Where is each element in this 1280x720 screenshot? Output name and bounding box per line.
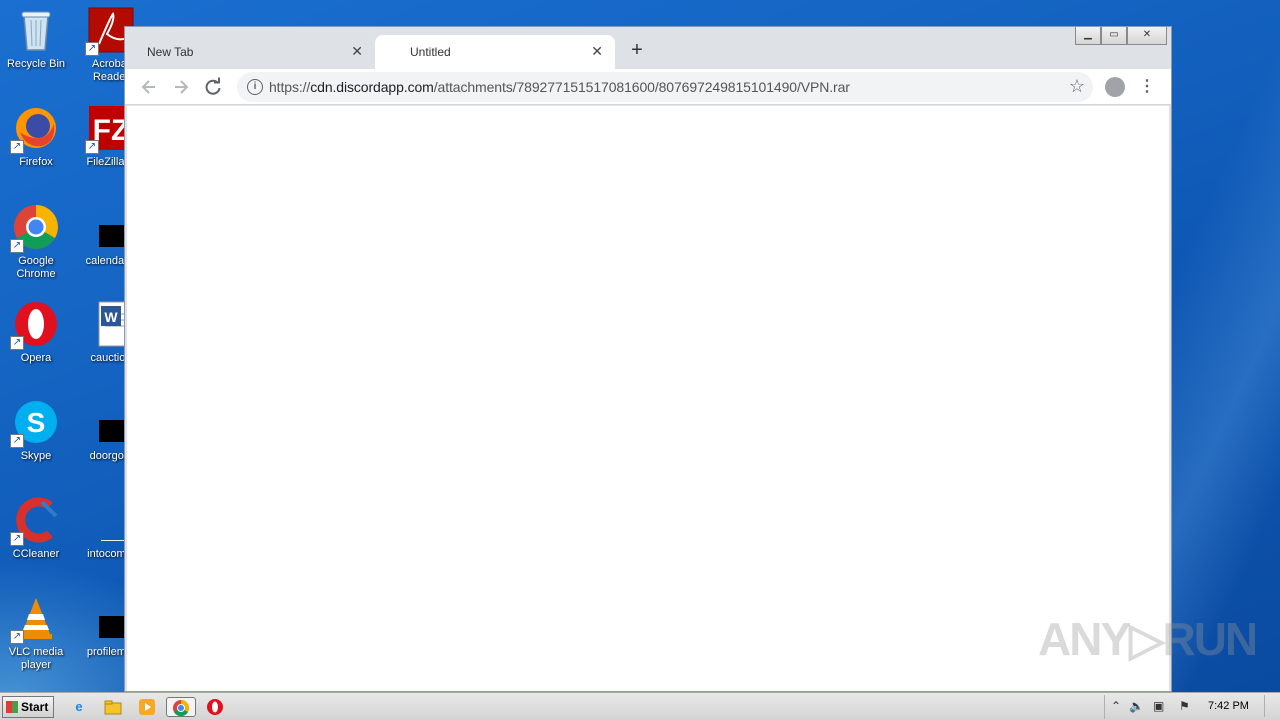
tab-close-icon[interactable]: ✕ (591, 43, 603, 60)
desktop-icon-label: Google Chrome (16, 255, 56, 280)
windows-flag-icon (6, 701, 18, 713)
desktop-icon-firefox[interactable]: ↗ Firefox (1, 104, 71, 169)
new-tab-button[interactable]: + (625, 39, 649, 63)
shortcut-arrow-icon: ↗ (10, 434, 24, 448)
back-arrow-icon (141, 80, 155, 94)
chrome-taskbar-button[interactable] (166, 697, 196, 717)
shortcut-arrow-icon: ↗ (10, 336, 24, 350)
recycle-bin-icon (12, 6, 60, 54)
clock[interactable]: 7:42 PM (1208, 700, 1249, 712)
opera-icon[interactable] (204, 697, 226, 717)
url-path: /attachments/789277151517081600/80769724… (433, 79, 850, 95)
maximize-button[interactable]: ▭ (1101, 27, 1127, 45)
chrome-icon: ↗ (10, 203, 60, 253)
action-center-flag-icon[interactable]: ⚑ (1179, 699, 1190, 713)
shortcut-arrow-icon: ↗ (10, 239, 24, 253)
show-desktop-button[interactable] (1264, 695, 1278, 717)
desktop-icon-recycle-bin[interactable]: Recycle Bin (1, 6, 71, 71)
shortcut-arrow-icon: ↗ (10, 630, 24, 644)
tab-untitled[interactable]: Untitled ✕ (375, 35, 615, 69)
forward-button[interactable] (169, 75, 193, 99)
tab-strip: New Tab ✕ Untitled ✕ + ▁ ▭ ✕ (125, 27, 1171, 69)
chrome-icon (173, 699, 190, 717)
desktop-icon-skype[interactable]: S ↗ Skype (1, 398, 71, 463)
desktop-icon-opera[interactable]: ↗ Opera (1, 300, 71, 365)
page-content (127, 106, 1169, 691)
media-player-icon[interactable] (136, 697, 158, 717)
desktop-icon-label: Opera (20, 352, 52, 364)
desktop-icon-chrome[interactable]: ↗ Google Chrome (1, 203, 71, 281)
ccleaner-icon: ↗ (10, 496, 60, 546)
shortcut-arrow-icon: ↗ (85, 140, 99, 154)
profile-avatar-icon[interactable] (1105, 77, 1125, 97)
opera-icon: ↗ (10, 300, 60, 350)
url-scheme: https:// (269, 79, 311, 95)
url-host: cdn.discordapp.com (310, 79, 434, 95)
url-text[interactable]: https://cdn.discordapp.com/attachments/7… (269, 79, 850, 95)
firefox-icon: ↗ (10, 104, 60, 154)
minimize-button[interactable]: ▁ (1075, 27, 1101, 45)
close-window-button[interactable]: ✕ (1127, 27, 1167, 45)
address-bar[interactable]: i https://cdn.discordapp.com/attachments… (237, 72, 1093, 102)
desktop-icon-ccleaner[interactable]: ↗ CCleaner (1, 496, 71, 561)
reload-button[interactable] (201, 75, 225, 99)
svg-text:S: S (27, 407, 46, 438)
internet-explorer-icon[interactable]: e (68, 697, 90, 717)
system-tray: ⌃ 🔈 ▣ ⚑ (1104, 695, 1280, 719)
tab-title: New Tab (147, 45, 194, 59)
start-button[interactable]: Start (2, 696, 54, 718)
vlc-icon: ↗ (10, 594, 60, 644)
menu-kebab-icon[interactable]: ⋮ (1139, 76, 1155, 98)
network-icon[interactable]: ▣ (1153, 699, 1164, 713)
taskbar: Start e ⌃ 🔈 ▣ ⚑ 7:42 PM (0, 692, 1280, 720)
tab-new-tab[interactable]: New Tab ✕ (129, 35, 375, 69)
shortcut-arrow-icon: ↗ (10, 140, 24, 154)
desktop-icon-label: Skype (20, 450, 52, 462)
chrome-window: New Tab ✕ Untitled ✕ + ▁ ▭ ✕ i https://c… (124, 26, 1172, 692)
shortcut-arrow-icon: ↗ (85, 42, 99, 56)
desktop-icon-label: Recycle Bin (6, 58, 66, 70)
anyrun-watermark: ANY▷RUN (1038, 613, 1258, 665)
skype-icon: S ↗ (10, 398, 60, 448)
show-hidden-icons-icon[interactable]: ⌃ (1111, 699, 1121, 713)
explorer-icon[interactable] (102, 697, 124, 717)
start-label: Start (21, 700, 49, 714)
tab-close-icon[interactable]: ✕ (351, 43, 363, 60)
forward-arrow-icon (175, 80, 189, 94)
site-info-icon[interactable]: i (247, 79, 263, 95)
volume-icon[interactable]: 🔈 (1129, 699, 1144, 713)
desktop-icon-label: Firefox (19, 156, 53, 168)
svg-text:W: W (104, 309, 118, 325)
reload-icon (205, 77, 221, 95)
desktop-icon-label: CCleaner (12, 548, 60, 560)
back-button[interactable] (137, 75, 161, 99)
tab-title: Untitled (410, 45, 451, 59)
browser-toolbar: i https://cdn.discordapp.com/attachments… (125, 69, 1171, 105)
bookmark-star-icon[interactable]: ☆ (1069, 76, 1085, 97)
desktop-icon-label: VLC media player (8, 646, 64, 671)
shortcut-arrow-icon: ↗ (10, 532, 24, 546)
desktop-icon-vlc[interactable]: ↗ VLC media player (1, 594, 71, 672)
